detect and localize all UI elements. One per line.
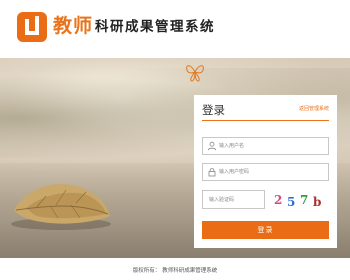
captcha-field[interactable] [202,190,265,209]
brand-title: 教师 [53,15,94,37]
brand-subtitle: 科研成果管理系统 [95,19,215,35]
captcha-char: 7 [300,193,309,207]
captcha-char: 2 [274,193,283,207]
lock-icon [208,168,216,177]
brand-logo-icon [17,12,47,42]
user-icon [207,141,217,151]
copyright-label: 版权所有： [132,268,161,274]
return-admin-link[interactable]: 返回管理系统 [299,106,329,113]
leaf-image [11,184,111,230]
login-title: 登录 [202,103,225,117]
captcha-input[interactable] [209,193,263,207]
username-input[interactable] [219,139,327,153]
login-panel: 登录 返回管理系统 2 5 7 b 登录 [194,95,337,248]
password-input[interactable] [219,165,327,179]
login-button[interactable]: 登录 [202,221,329,239]
copyright-text: 版权所有： 教师科研成果管理系统 [0,267,350,275]
copyright-owner: 教师科研成果管理系统 [162,268,218,274]
captcha-char: b [313,195,322,209]
captcha-char: 5 [287,195,296,209]
divider [202,120,329,121]
captcha-image[interactable]: 2 5 7 b [268,190,328,210]
password-field[interactable] [202,163,329,181]
username-field[interactable] [202,137,329,155]
footer: 版权所有： 教师科研成果管理系统 [0,258,350,280]
butterfly-icon [186,65,204,82]
header: 教师 科研成果管理系统 [0,0,350,58]
